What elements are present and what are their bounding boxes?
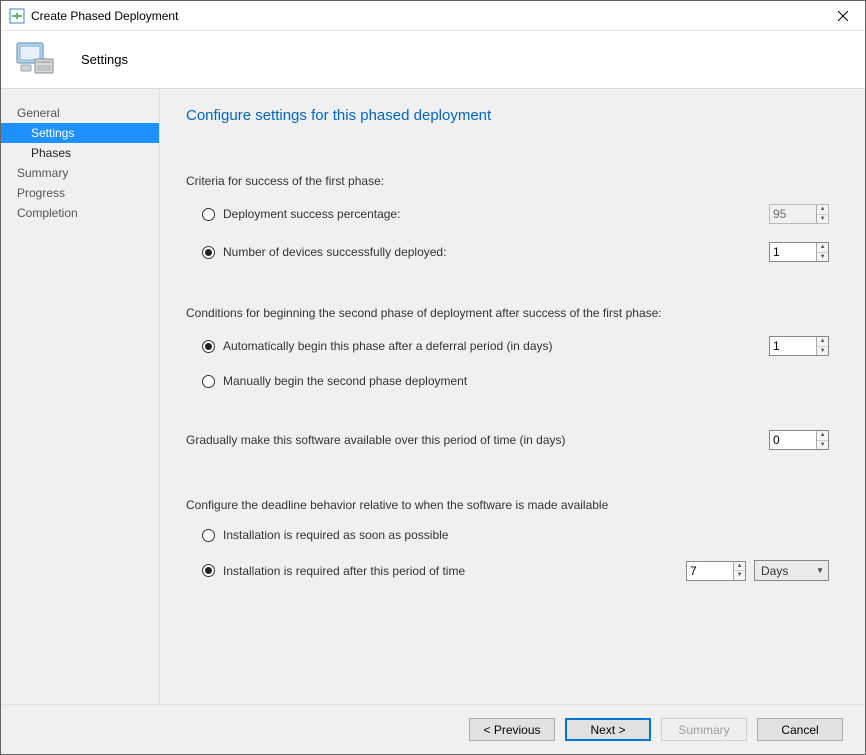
sidebar-item-progress[interactable]: Progress	[1, 183, 159, 203]
device-count-input[interactable]	[770, 243, 816, 261]
spinner-buttons: ▲▼	[816, 205, 828, 223]
spinner-buttons[interactable]: ▲▼	[816, 337, 828, 355]
gradual-availability-row: Gradually make this software available o…	[186, 430, 829, 450]
radio-icon	[202, 340, 215, 353]
sidebar-item-phases[interactable]: Phases	[1, 143, 159, 163]
deadline-label: Configure the deadline behavior relative…	[186, 498, 829, 512]
success-percentage-spinner: ▲▼	[769, 204, 829, 224]
wizard-footer: < Previous Next > Summary Cancel	[1, 704, 865, 754]
deferral-days-input[interactable]	[770, 337, 816, 355]
option-label: Automatically begin this phase after a d…	[223, 339, 553, 353]
gradual-days-spinner[interactable]: ▲▼	[769, 430, 829, 450]
option-install-asap[interactable]: Installation is required as soon as poss…	[186, 524, 829, 546]
option-label: Manually begin the second phase deployme…	[223, 374, 467, 388]
spinner-buttons[interactable]: ▲▼	[816, 431, 828, 449]
criteria-label: Criteria for success of the first phase:	[186, 174, 829, 188]
wizard-steps-sidebar: General Settings Phases Summary Progress…	[1, 89, 160, 704]
deferral-days-spinner[interactable]: ▲▼	[769, 336, 829, 356]
previous-button[interactable]: < Previous	[469, 718, 555, 741]
deadline-value-spinner[interactable]: ▲▼	[686, 561, 746, 581]
content-pane: Configure settings for this phased deplo…	[160, 89, 865, 704]
option-manual-begin[interactable]: Manually begin the second phase deployme…	[186, 370, 829, 392]
option-label: Installation is required as soon as poss…	[223, 528, 448, 542]
app-icon	[9, 8, 25, 24]
gradual-label: Gradually make this software available o…	[186, 433, 566, 447]
content-heading: Configure settings for this phased deplo…	[186, 107, 829, 124]
option-success-percentage[interactable]: Deployment success percentage: ▲▼	[186, 200, 829, 228]
radio-icon	[202, 375, 215, 388]
gradual-days-input[interactable]	[770, 431, 816, 449]
next-button[interactable]: Next >	[565, 718, 651, 741]
spinner-buttons[interactable]: ▲▼	[733, 562, 745, 580]
deadline-unit-combo[interactable]: Days ▼	[754, 560, 829, 581]
close-button[interactable]	[820, 1, 865, 30]
spinner-buttons[interactable]: ▲▼	[816, 243, 828, 261]
page-title: Settings	[81, 52, 128, 67]
option-device-count[interactable]: Number of devices successfully deployed:…	[186, 238, 829, 266]
cancel-button[interactable]: Cancel	[757, 718, 843, 741]
titlebar: Create Phased Deployment	[1, 1, 865, 31]
sidebar-item-summary[interactable]: Summary	[1, 163, 159, 183]
sidebar-item-completion[interactable]: Completion	[1, 203, 159, 223]
wizard-header: Settings	[1, 31, 865, 89]
sidebar-item-settings[interactable]: Settings	[1, 123, 159, 143]
device-count-spinner[interactable]: ▲▼	[769, 242, 829, 262]
radio-icon	[202, 208, 215, 221]
option-auto-begin[interactable]: Automatically begin this phase after a d…	[186, 332, 829, 360]
wizard-window: Create Phased Deployment Settings Genera…	[0, 0, 866, 755]
option-label: Deployment success percentage:	[223, 207, 400, 221]
wizard-body: General Settings Phases Summary Progress…	[1, 89, 865, 704]
begin-conditions-label: Conditions for beginning the second phas…	[186, 306, 829, 320]
radio-icon	[202, 246, 215, 259]
radio-icon	[202, 529, 215, 542]
deadline-value-input[interactable]	[687, 562, 733, 580]
option-label: Installation is required after this peri…	[223, 564, 465, 578]
deadline-unit-value: Days	[761, 564, 788, 578]
chevron-down-icon: ▼	[816, 566, 824, 575]
option-install-after[interactable]: Installation is required after this peri…	[186, 556, 829, 585]
sidebar-item-general[interactable]: General	[1, 103, 159, 123]
summary-button: Summary	[661, 718, 747, 741]
window-title: Create Phased Deployment	[31, 9, 178, 23]
option-label: Number of devices successfully deployed:	[223, 245, 446, 259]
computer-icon	[15, 39, 59, 81]
radio-icon	[202, 564, 215, 577]
success-percentage-input	[770, 205, 816, 223]
